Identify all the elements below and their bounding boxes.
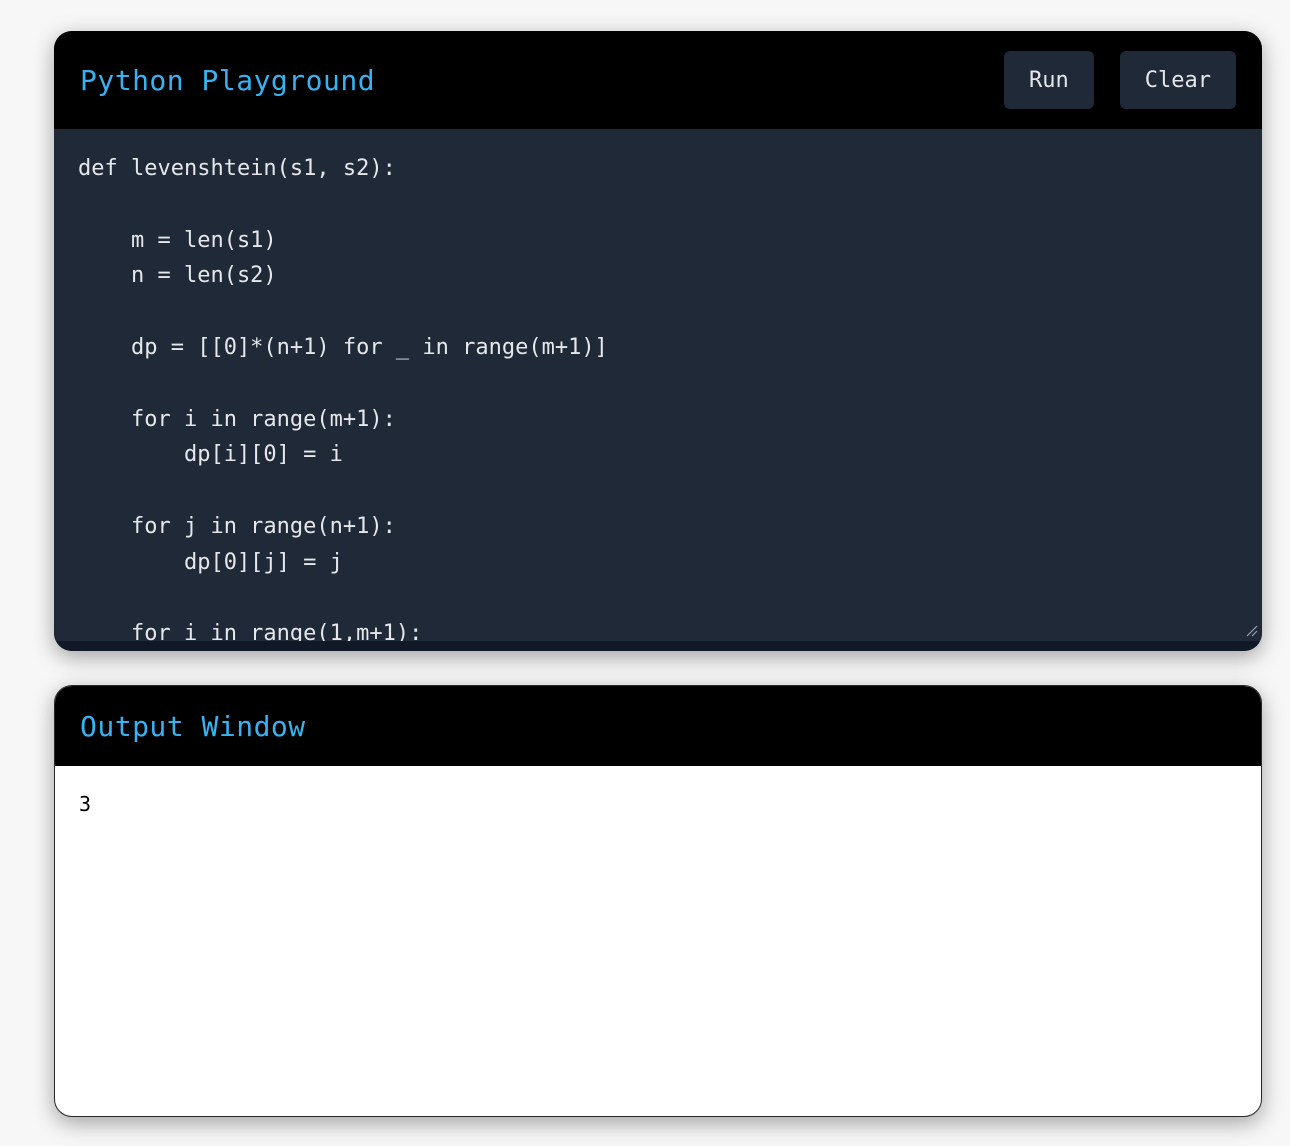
editor-panel: Python Playground Run Clear def levensht… (54, 31, 1262, 651)
resize-grip-icon[interactable] (1246, 625, 1258, 637)
editor-toolbar: Run Clear (1004, 51, 1236, 109)
editor-header: Python Playground Run Clear (54, 31, 1262, 129)
output-text: 3 (79, 792, 92, 816)
editor-bottom-bar (54, 641, 1262, 651)
output-title: Output Window (80, 709, 306, 743)
editor-title: Python Playground (80, 63, 376, 97)
run-button[interactable]: Run (1004, 51, 1094, 109)
clear-button[interactable]: Clear (1119, 51, 1236, 109)
code-editor[interactable]: def levenshtein(s1, s2): m = len(s1) n =… (54, 129, 1262, 641)
output-panel: Output Window 3 (54, 685, 1262, 1117)
code-text[interactable]: def levenshtein(s1, s2): m = len(s1) n =… (78, 151, 1238, 641)
output-header: Output Window (55, 686, 1261, 766)
